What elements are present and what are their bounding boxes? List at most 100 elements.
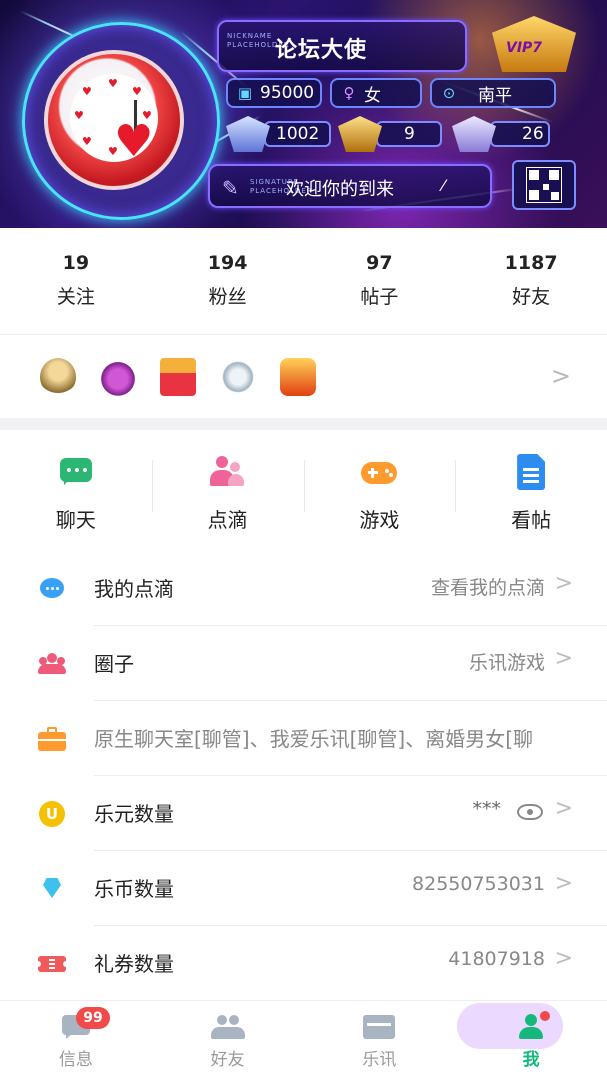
gender-icon: ♀ (343, 84, 355, 102)
medals-arrow[interactable]: > (551, 362, 571, 390)
row-value: 查看我的点滴 (430, 577, 545, 599)
vip-badge[interactable]: VIP7 (478, 8, 590, 80)
tab-label: 乐讯 (362, 1050, 397, 1070)
row-value: 41807918 (448, 948, 545, 970)
row-value: 乐讯游戏 (468, 652, 545, 674)
quick-chat[interactable]: 聊天 (0, 440, 152, 540)
row-title: 乐币数量 (94, 877, 174, 901)
third-place-medal-icon (220, 358, 256, 396)
bottom-tab-bar: 信息 99 好友 乐讯 我 (0, 1000, 607, 1080)
profile-banner: ♥ ♥ ♥ ♥ ♥ ♥ ♥ ♥ ♥ NICKNAME PLACEHOLDER 论… (0, 0, 607, 228)
purple-medal-icon (100, 358, 136, 396)
chat-icon (58, 454, 94, 490)
edit-icon[interactable]: ⁄ (442, 176, 445, 195)
row-title: 我的点滴 (94, 577, 174, 601)
quick-label: 点滴 (207, 508, 248, 532)
vip-label: VIP7 (506, 40, 543, 56)
profile-counts: 19 关注 194 粉丝 97 帖子 1187 好友 (0, 236, 607, 332)
profile-screen: ♥ ♥ ♥ ♥ ♥ ♥ ♥ ♥ ♥ NICKNAME PLACEHOLDER 论… (0, 0, 607, 1080)
rank-left: 1002 (226, 116, 332, 152)
briefcase-icon (38, 725, 66, 753)
wallet-icon: ▣ (237, 84, 253, 102)
row-leyuan[interactable]: U 乐元数量 *** > (0, 776, 607, 851)
row-title: 乐元数量 (94, 802, 174, 826)
rank-left-value: 1002 (264, 121, 332, 147)
count-number: 1187 (504, 252, 558, 274)
count-fans[interactable]: 194 粉丝 (152, 236, 304, 332)
row-title: 圈子 (94, 652, 134, 676)
count-label: 好友 (512, 286, 551, 308)
count-number: 97 (366, 252, 393, 274)
gender-value: 女 (364, 85, 381, 106)
silver-wings-icon (452, 116, 496, 152)
count-friends[interactable]: 1187 好友 (455, 236, 607, 332)
people-icon (209, 454, 246, 490)
eye-icon[interactable] (517, 804, 543, 820)
heart-medal-icon (160, 358, 196, 396)
tab-label: 我 (522, 1050, 540, 1070)
rank-mid: 9 (338, 116, 442, 152)
city-value: 南平 (478, 85, 512, 106)
row-lebi[interactable]: 乐币数量 82550753031 > (0, 851, 607, 926)
document-icon (513, 454, 549, 490)
tab-lexun[interactable]: 乐讯 (304, 1001, 456, 1080)
nickname: 论坛大使 (275, 38, 368, 63)
quick-label: 看帖 (511, 508, 552, 532)
gamepad-icon (361, 454, 398, 490)
rank-wings-icon (226, 116, 270, 152)
diamond-icon (38, 875, 66, 903)
row-circles[interactable]: 圈子 乐讯游戏 > (0, 626, 607, 701)
row-value: *** (472, 798, 502, 820)
quick-label: 游戏 (359, 508, 400, 532)
tab-friends[interactable]: 好友 (152, 1001, 304, 1080)
gender-pill: ♀ 女 (330, 78, 422, 108)
gold-badge-icon (338, 116, 382, 152)
u-coin-icon: U (38, 800, 66, 828)
coins-value: 95000 (260, 83, 315, 103)
row-chatrooms[interactable]: 原生聊天室[聊管]、我爱乐讯[聊管]、离婚男女[聊 (0, 701, 607, 776)
chatroom-list-text: 原生聊天室[聊管]、我爱乐讯[聊管]、离婚男女[聊 (94, 727, 534, 751)
signature-tag: SIGNATURE PLACEHOLDER (250, 178, 313, 195)
qr-code-button[interactable] (512, 160, 576, 210)
quick-actions: 聊天 点滴 游戏 看帖 (0, 440, 607, 540)
location-pin-icon: ⊙ (442, 84, 456, 102)
chat-bubble-icon (38, 575, 66, 603)
count-posts[interactable]: 97 帖子 (304, 236, 456, 332)
me-icon (514, 1011, 551, 1041)
row-coupons[interactable]: 礼券数量 41807918 > (0, 926, 607, 1001)
tab-messages[interactable]: 信息 99 (0, 1001, 152, 1080)
city-pill: ⊙ 南平 (430, 78, 556, 108)
quick-moments[interactable]: 点滴 (151, 440, 304, 540)
quick-label: 聊天 (55, 508, 96, 532)
count-label: 粉丝 (208, 286, 247, 308)
count-following[interactable]: 19 关注 (0, 236, 152, 332)
count-number: 19 (62, 252, 90, 274)
tab-label: 好友 (210, 1050, 245, 1070)
unread-badge: 99 (76, 1007, 110, 1029)
feather-icon: ✎ (222, 176, 239, 200)
row-my-moments[interactable]: 我的点滴 查看我的点滴 > (0, 551, 607, 626)
ticket-icon (35, 950, 66, 978)
row-value: 82550753031 (412, 873, 545, 895)
count-label: 帖子 (360, 286, 399, 308)
vip-crown-medal-icon (280, 358, 316, 396)
medal-row[interactable]: > (0, 334, 607, 418)
tab-label: 信息 (58, 1050, 93, 1070)
chevron-right-icon: > (554, 946, 573, 971)
nickname-tag: NICKNAME PLACEHOLDER (227, 32, 290, 49)
lexun-icon (362, 1013, 396, 1041)
coins-pill: ▣ 95000 (226, 78, 322, 108)
row-title: 礼券数量 (94, 952, 174, 976)
count-number: 194 (207, 252, 248, 274)
tab-me[interactable]: 我 (455, 1001, 607, 1080)
chevron-right-icon: > (554, 871, 573, 896)
quick-games[interactable]: 游戏 (303, 440, 456, 540)
chevron-right-icon: > (554, 646, 573, 671)
signature-text: 欢迎你的到来 (286, 179, 394, 200)
qr-code-icon (526, 167, 562, 203)
signature-panel[interactable]: ✎ SIGNATURE PLACEHOLDER 欢迎你的到来 ⁄ (208, 164, 492, 208)
group-icon (38, 650, 66, 678)
section-gap (0, 418, 607, 430)
avatar[interactable]: ♥ ♥ ♥ ♥ ♥ ♥ ♥ ♥ ♥ (44, 50, 184, 190)
quick-posts[interactable]: 看帖 (455, 440, 607, 540)
